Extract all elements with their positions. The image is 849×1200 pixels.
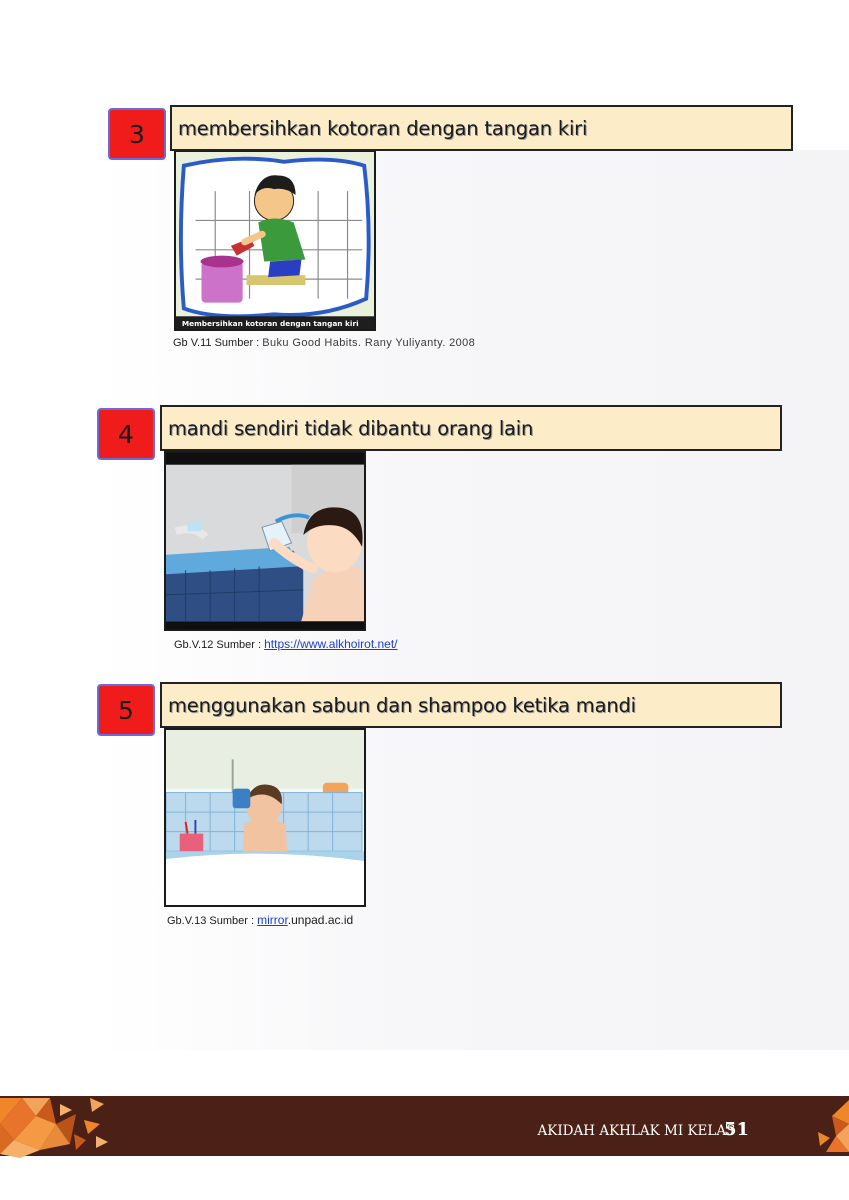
illustration-caption-text: Membersihkan kotoran dengan tangan kiri [182,319,359,328]
page-number: 51 [724,1119,750,1140]
illustration-shampoo [164,728,366,907]
item-number: 5 [118,695,134,725]
caption-source: Buku Good Habits. Rany Yuliyanty. 2008 [262,337,476,349]
triangle-pattern-right [818,1100,849,1152]
item-number: 3 [129,119,145,149]
caption-label: Gb.V.12 Sumber : [174,639,262,651]
caption-label: Gb V.11 Sumber : [173,337,260,349]
item-title: mandi sendiri tidak dibantu orang lain [168,416,534,440]
item-number-badge: 3 [108,108,166,160]
item-title-box: menggunakan sabun dan shampoo ketika man… [160,682,782,728]
item-number-badge: 5 [97,684,155,736]
triangle-pattern-left [0,1098,108,1158]
item-title-box: mandi sendiri tidak dibantu orang lain [160,405,782,451]
illustration-bathing [164,451,366,631]
caption-link[interactable]: https://www.alkhoirot.net/ [264,637,397,651]
figure-caption: Gb.V.12 Sumber : https://www.alkhoirot.n… [174,637,398,651]
item-number: 4 [118,419,134,449]
item-title-box: membersihkan kotoran dengan tangan kiri [170,105,793,151]
figure-caption: Gb V.11 Sumber : Buku Good Habits. Rany … [173,337,475,349]
figure-caption: Gb.V.13 Sumber : mirror.unpad.ac.id [167,913,353,927]
item-title: membersihkan kotoran dengan tangan kiri [178,116,588,140]
item-title: menggunakan sabun dan shampoo ketika man… [168,693,636,717]
book-title: AKIDAH AKHLAK MI KELAS I [537,1123,745,1139]
caption-suffix: .unpad.ac.id [287,913,354,927]
caption-link[interactable]: mirror [257,913,288,927]
illustration-cleaning: Membersihkan kotoran dengan tangan kiri [174,150,376,331]
caption-label: Gb.V.13 Sumber : [167,915,255,927]
item-number-badge: 4 [97,408,155,460]
